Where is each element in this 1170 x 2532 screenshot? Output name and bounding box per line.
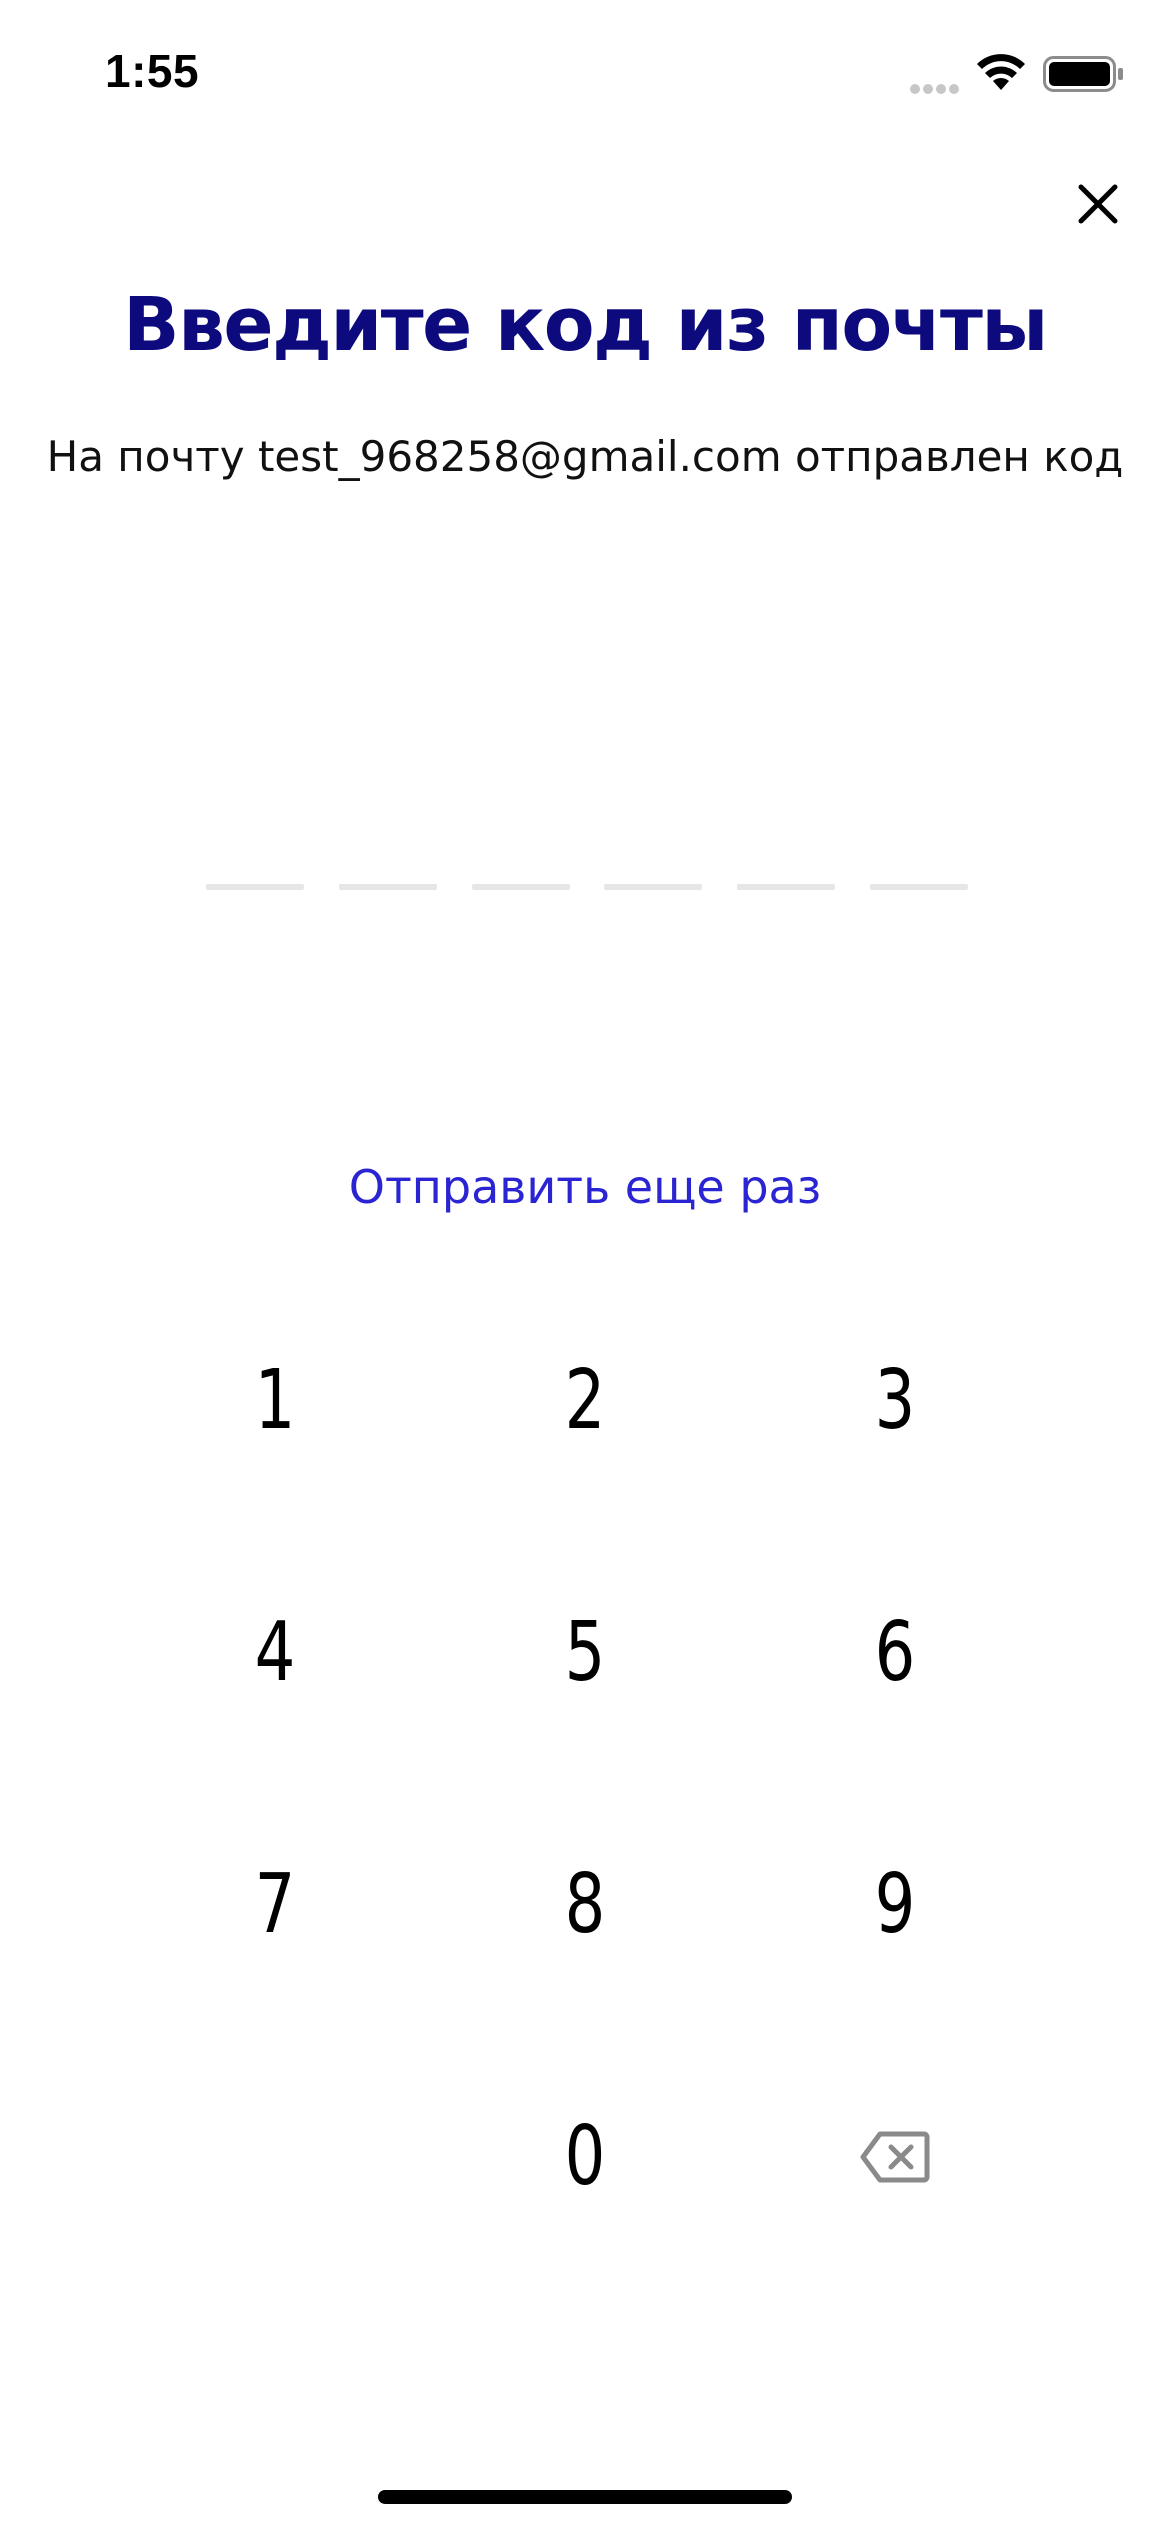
code-slot (206, 884, 304, 890)
page-title: Введите код из почты (123, 282, 1048, 368)
code-slot (737, 884, 836, 890)
email-sent-message: На почту test_968258@gmail.com отправлен… (46, 432, 1124, 481)
status-bar: 1:55 (0, 0, 1170, 150)
keypad-key-5[interactable]: 5 (464, 1552, 706, 1752)
keypad-key-9[interactable]: 9 (774, 1804, 1016, 2004)
battery-full-icon (1043, 56, 1125, 97)
code-slot (338, 884, 437, 890)
resend-code-link[interactable]: Отправить еще раз (0, 1160, 1170, 1214)
keypad-key-1[interactable]: 1 (154, 1300, 396, 1500)
keypad-key-7[interactable]: 7 (154, 1804, 396, 2004)
backspace-icon (860, 2109, 930, 2204)
signal-dots-icon (909, 82, 961, 100)
keypad-key-4[interactable]: 4 (154, 1552, 396, 1752)
code-slot (604, 884, 703, 890)
keypad-key-3[interactable]: 3 (774, 1300, 1016, 1500)
keypad-key-8[interactable]: 8 (464, 1804, 706, 2004)
status-time: 1:55 (105, 45, 200, 97)
close-icon (1076, 182, 1120, 231)
home-indicator[interactable] (378, 2490, 792, 2504)
wifi-icon (975, 52, 1027, 97)
code-input[interactable] (206, 884, 968, 890)
keypad-key-2[interactable]: 2 (464, 1300, 706, 1500)
keypad-key-0[interactable]: 0 (464, 2056, 706, 2256)
code-slot (869, 884, 968, 890)
close-button[interactable] (1068, 176, 1128, 236)
delete-button[interactable] (740, 2056, 1050, 2256)
code-slot (471, 884, 570, 890)
keypad-key-6[interactable]: 6 (774, 1552, 1016, 1752)
